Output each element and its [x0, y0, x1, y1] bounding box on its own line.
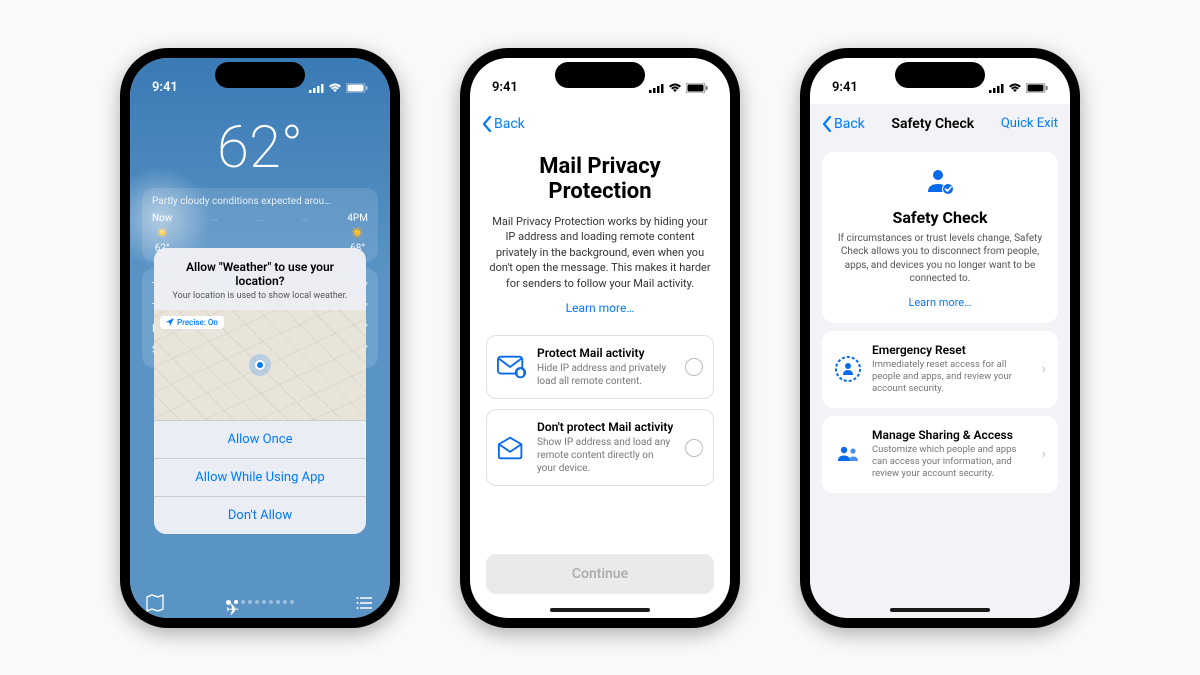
status-time: 9:41	[492, 80, 518, 95]
mail-open-icon	[497, 436, 527, 460]
row-title: Emergency Reset	[872, 343, 1032, 357]
battery-icon	[1026, 83, 1048, 93]
dont-protect-mail-option[interactable]: Don't protect Mail activity Show IP addr…	[486, 409, 714, 486]
option-subtitle: Show IP address and load any remote cont…	[537, 436, 675, 475]
row-title: Manage Sharing & Access	[872, 428, 1032, 442]
card-description: If circumstances or trust levels change,…	[834, 232, 1046, 286]
allow-once-button[interactable]: Allow Once	[154, 420, 366, 458]
wifi-icon	[1008, 83, 1022, 93]
page-description: Mail Privacy Protection works by hiding …	[486, 214, 714, 291]
chevron-left-icon	[822, 116, 832, 132]
radio-unselected[interactable]	[685, 439, 703, 457]
emergency-reset-row[interactable]: Emergency Reset Immediately reset access…	[822, 331, 1058, 408]
phone-weather: 9:41 62° Partly cloudy conditions expect…	[120, 48, 400, 628]
chevron-right-icon: ›	[1042, 446, 1046, 462]
location-arrow-icon	[166, 318, 174, 326]
person-check-icon	[924, 166, 956, 198]
forecast-description: Partly cloudy conditions expected arou…	[152, 196, 368, 207]
status-icons	[309, 83, 368, 93]
alert-map-preview: Precise: On	[154, 310, 366, 420]
location-dot-icon	[255, 360, 265, 370]
phone-safety-check: 9:41 Back Safety Check Quick Exit Safety…	[800, 48, 1080, 628]
manage-sharing-row[interactable]: Manage Sharing & Access Customize which …	[822, 416, 1058, 493]
back-button[interactable]: Back	[482, 116, 525, 132]
notch	[555, 62, 645, 88]
wifi-icon	[668, 83, 682, 93]
people-icon	[834, 440, 862, 468]
alert-subtitle: Your location is used to show local weat…	[168, 291, 352, 302]
nav-title: Safety Check	[891, 116, 974, 132]
wifi-icon	[328, 83, 342, 93]
map-icon[interactable]	[146, 594, 164, 612]
option-subtitle: Hide IP address and privately load all r…	[537, 362, 675, 388]
safety-check-info-card: Safety Check If circumstances or trust l…	[822, 152, 1058, 323]
radio-unselected[interactable]	[685, 358, 703, 376]
chevron-right-icon: ›	[1042, 361, 1046, 377]
mail-shield-icon	[497, 355, 527, 379]
quick-exit-button[interactable]: Quick Exit	[1001, 116, 1058, 131]
status-icons	[649, 83, 708, 93]
weather-app-screen: 9:41 62° Partly cloudy conditions expect…	[130, 58, 390, 618]
row-subtitle: Customize which people and apps can acce…	[872, 444, 1032, 481]
page-title: Mail Privacy Protection	[486, 154, 714, 205]
status-icons	[989, 83, 1048, 93]
alert-title: Allow "Weather" to use your location?	[168, 260, 352, 288]
learn-more-link[interactable]: Learn more…	[834, 296, 1046, 309]
reset-icon	[834, 355, 862, 383]
home-indicator[interactable]	[550, 608, 650, 612]
card-title: Safety Check	[834, 208, 1046, 227]
signal-icon	[309, 83, 324, 93]
chevron-left-icon	[482, 116, 492, 132]
bottom-toolbar: ✈	[130, 594, 390, 612]
notch	[215, 62, 305, 88]
option-title: Don't protect Mail activity	[537, 420, 675, 434]
list-icon[interactable]	[356, 594, 374, 612]
page-dots[interactable]: ✈	[226, 600, 294, 605]
signal-icon	[649, 83, 664, 93]
option-title: Protect Mail activity	[537, 346, 675, 360]
back-button[interactable]: Back	[822, 116, 865, 132]
notch	[895, 62, 985, 88]
home-indicator[interactable]	[890, 608, 990, 612]
phone-mail-privacy: 9:41 Back Mail Privacy Protection Mail P…	[460, 48, 740, 628]
battery-icon	[346, 83, 368, 93]
dont-allow-button[interactable]: Don't Allow	[154, 496, 366, 534]
learn-more-link[interactable]: Learn more…	[486, 301, 714, 315]
location-permission-alert: Allow "Weather" to use your location? Yo…	[154, 248, 366, 534]
status-time: 9:41	[832, 80, 858, 95]
allow-while-using-button[interactable]: Allow While Using App	[154, 458, 366, 496]
status-time: 9:41	[152, 80, 178, 95]
protect-mail-option[interactable]: Protect Mail activity Hide IP address an…	[486, 335, 714, 399]
signal-icon	[989, 83, 1004, 93]
precise-toggle[interactable]: Precise: On	[160, 316, 224, 329]
continue-button[interactable]: Continue	[486, 554, 714, 594]
battery-icon	[686, 83, 708, 93]
row-subtitle: Immediately reset access for all people …	[872, 359, 1032, 396]
